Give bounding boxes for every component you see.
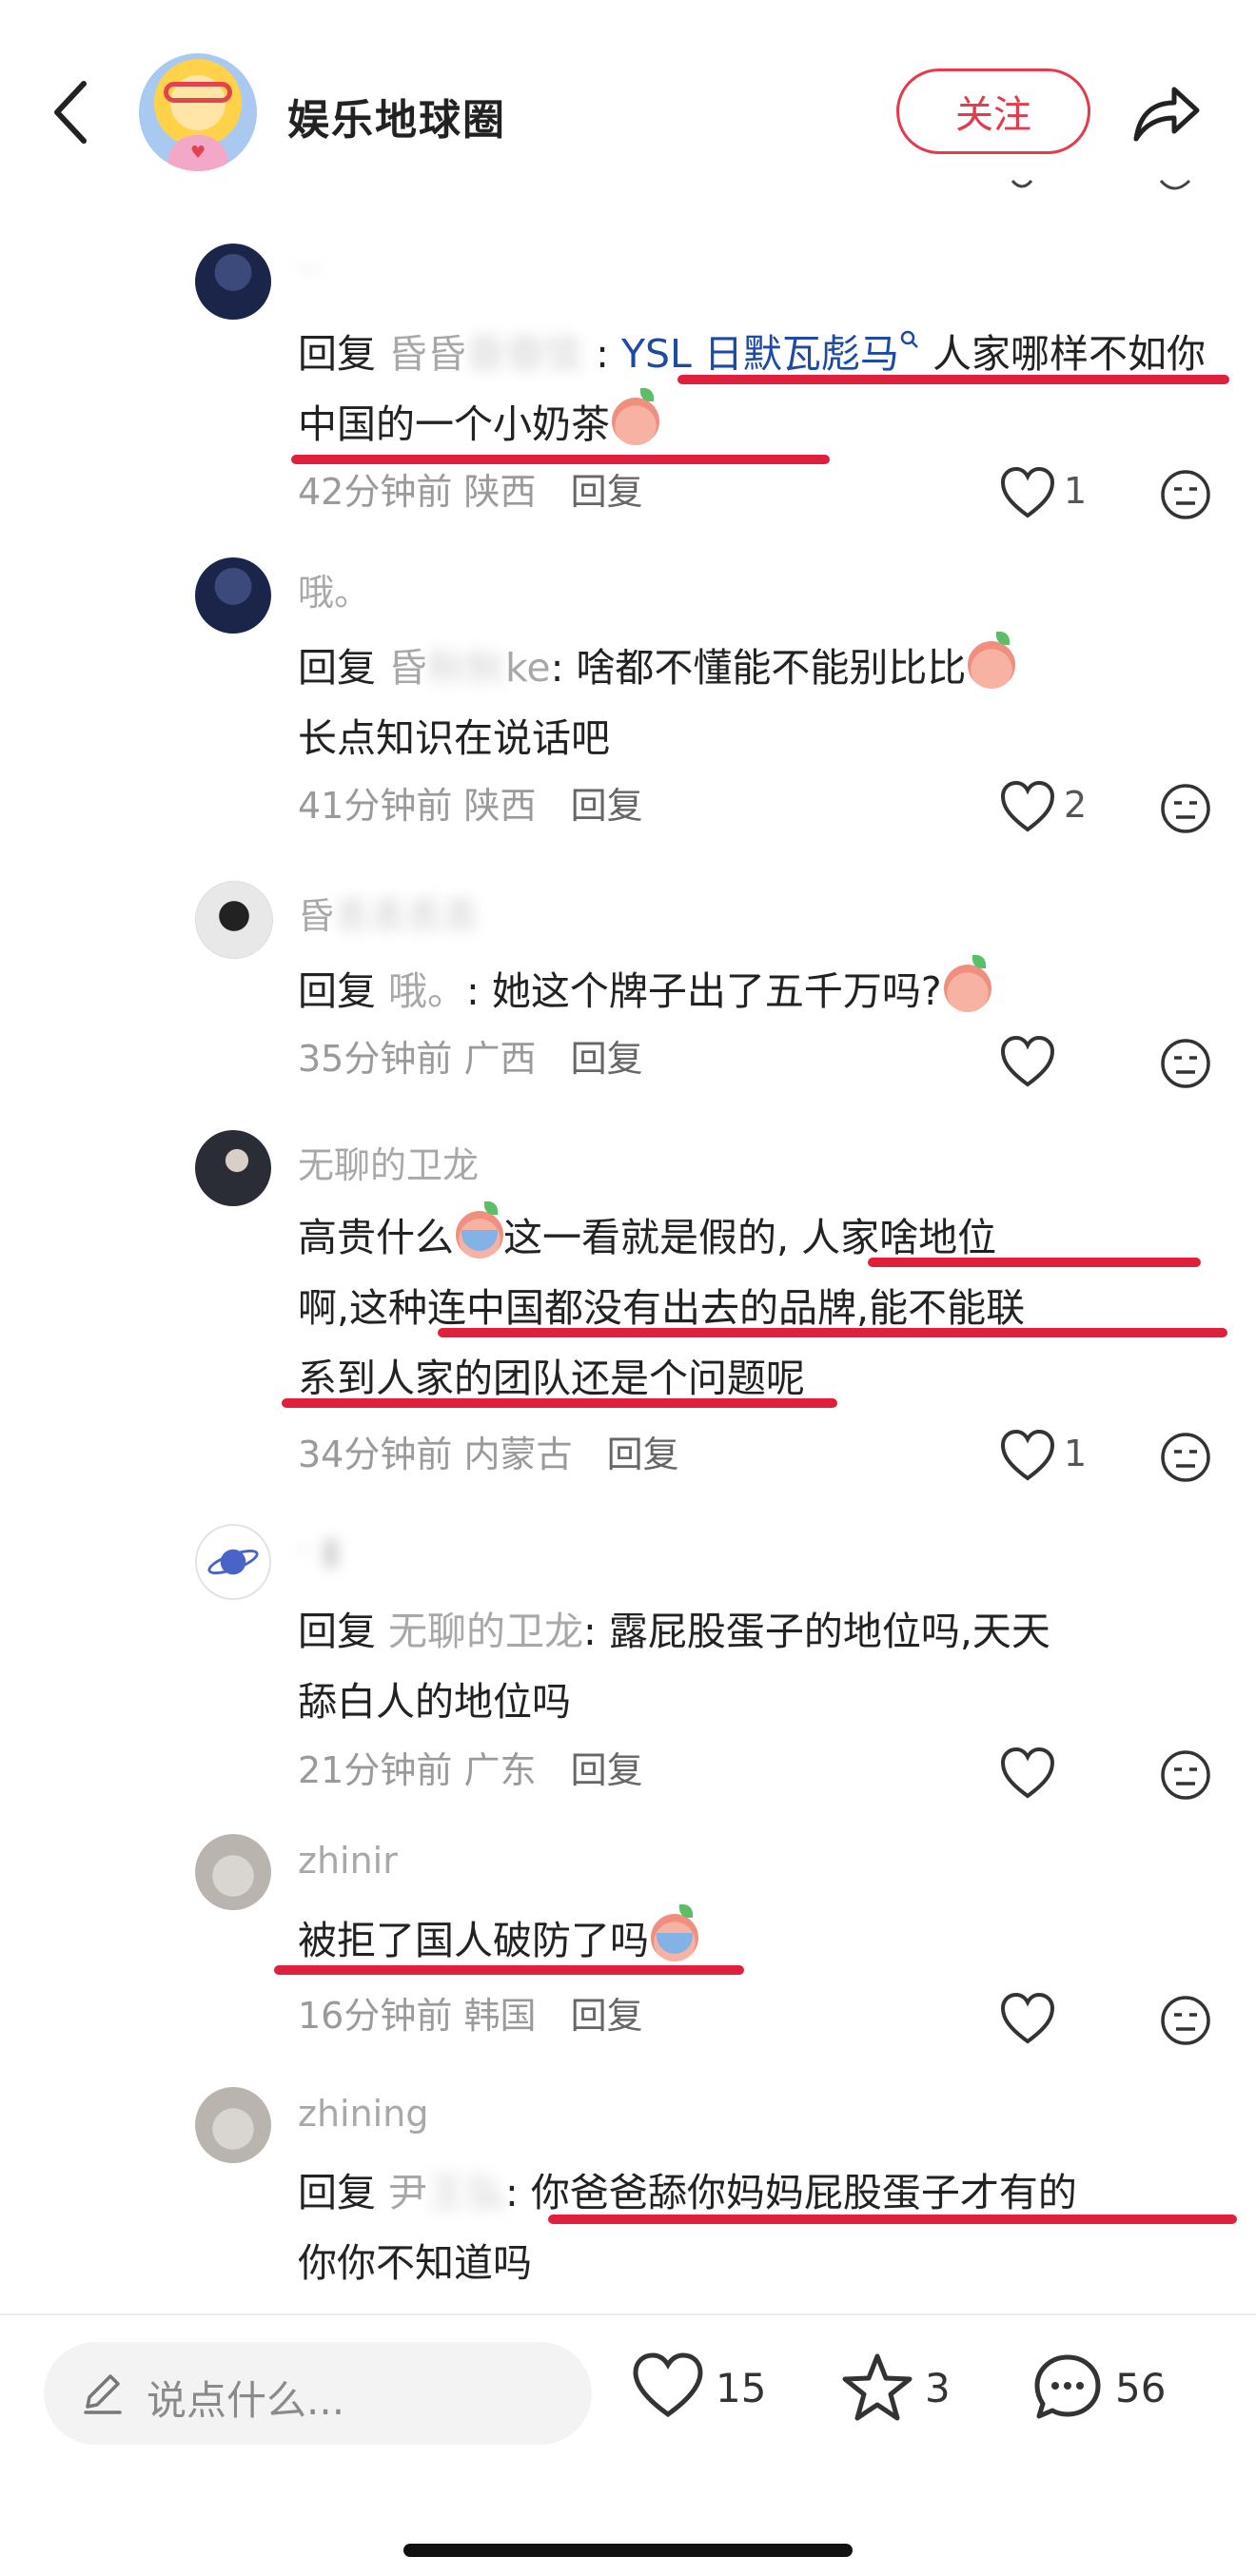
like-count: 1 xyxy=(1064,1433,1088,1474)
comment-text[interactable]: 回复 哦。: 她这个牌子出了五千万吗? xyxy=(298,955,1230,1026)
comment-count: 56 xyxy=(1115,2364,1167,2411)
reply-target-name[interactable]: 昏 xyxy=(388,645,427,691)
dislike-face-icon[interactable] xyxy=(1159,1037,1212,1090)
favorite-count: 3 xyxy=(925,2364,951,2411)
heart-like-icon[interactable] xyxy=(999,780,1056,833)
dislike-face-icon[interactable] xyxy=(1159,1994,1212,2047)
dislike-face-icon[interactable] xyxy=(1159,782,1212,835)
star-icon xyxy=(842,2353,913,2421)
crying-emoji-icon xyxy=(651,1904,698,1961)
dislike-face-icon[interactable] xyxy=(1159,1431,1212,1484)
commenter-name[interactable]: zhining xyxy=(298,2093,428,2135)
crying-emoji-icon xyxy=(456,1201,503,1259)
red-underline-mark xyxy=(438,1328,1227,1337)
comment-text[interactable]: 回复 昏昏昏昏弦 : YSL 日默瓦彪马 人家哪样不如你中国的一个小奶茶 xyxy=(298,319,1230,459)
reply-target-name[interactable]: 哦。 xyxy=(388,968,466,1014)
comment-meta: 41分钟前 陕西 回复 xyxy=(298,785,643,827)
commenter-name[interactable]: 哦。 xyxy=(298,563,370,615)
heart-like-icon[interactable] xyxy=(999,466,1056,519)
user-avatar[interactable] xyxy=(195,1834,271,1910)
shy-emoji-icon xyxy=(968,632,1016,689)
comment-input-placeholder: 说点什么... xyxy=(147,2377,345,2424)
shh-emoji-icon xyxy=(943,955,991,1012)
red-underline-mark xyxy=(677,375,1229,384)
shy-emoji-icon xyxy=(612,388,659,445)
follow-button[interactable]: 关注 xyxy=(896,68,1090,154)
back-arrow-icon[interactable] xyxy=(46,78,99,146)
like-count: 1 xyxy=(1064,470,1088,512)
dislike-face-icon[interactable] xyxy=(1159,468,1212,521)
comment-text[interactable]: 回复 无聊的卫龙: 露屁股蛋子的地位吗,天天 舔白人的地位吗 xyxy=(298,1596,1230,1737)
comment-button[interactable]: 56 xyxy=(1031,2350,1166,2426)
like-button[interactable]: 15 xyxy=(632,2350,766,2426)
reply-button[interactable]: 回复 xyxy=(571,1749,643,1791)
reply-button[interactable]: 回复 xyxy=(571,1038,643,1080)
avatar-mask-shape xyxy=(164,82,232,103)
heart-icon xyxy=(633,2352,703,2418)
bottom-action-bar: 说点什么... 15 3 56 xyxy=(0,2315,1256,2576)
commenter-name[interactable]: · ▮ xyxy=(298,1530,341,1571)
user-avatar[interactable] xyxy=(195,881,273,959)
user-avatar[interactable] xyxy=(195,2087,271,2163)
heart-icon: ♥ xyxy=(190,143,206,163)
comment-text[interactable]: 回复 昏秋秋ke: 啥都不懂能不能别比比 长点知识在说话吧 xyxy=(298,632,1230,773)
heart-like-icon[interactable] xyxy=(999,1747,1056,1800)
red-underline-mark xyxy=(868,1258,1201,1267)
like-count: 15 xyxy=(716,2364,767,2411)
user-avatar[interactable] xyxy=(195,244,271,320)
pencil-icon xyxy=(84,2374,122,2414)
reply-button[interactable]: 回复 xyxy=(607,1434,679,1475)
red-underline-mark xyxy=(282,1398,837,1408)
comment-input[interactable]: 说点什么... xyxy=(44,2342,592,2445)
heart-like-icon[interactable] xyxy=(999,1992,1056,2045)
commenter-name[interactable]: zhinir xyxy=(298,1840,398,1882)
partially-hidden-icons xyxy=(1011,179,1191,190)
comment-text[interactable]: 回复 尹王弘: 你爸爸舔你妈妈屁股蛋子才有的 你你不知道吗 xyxy=(298,2157,1230,2298)
reply-button[interactable]: 回复 xyxy=(571,471,643,513)
share-icon[interactable] xyxy=(1130,80,1203,145)
commenter-name[interactable]: 昏丢丢丢丢 xyxy=(298,887,479,939)
comment-text[interactable]: 高贵什么 这一看就是假的, 人家啥地位 啊,这种连中国都没有出去的品牌,能不能联 … xyxy=(298,1201,1230,1414)
reply-button[interactable]: 回复 xyxy=(571,785,643,827)
commenter-name[interactable]: ·· xyxy=(298,249,321,291)
reply-button[interactable]: 回复 xyxy=(571,1995,643,2037)
home-indicator[interactable] xyxy=(403,2544,853,2557)
like-count: 2 xyxy=(1064,784,1088,826)
user-avatar[interactable] xyxy=(195,1130,271,1206)
dislike-face-icon[interactable] xyxy=(1159,1748,1212,1802)
reply-target-name[interactable]: 尹 xyxy=(388,2170,427,2215)
comment-meta: 21分钟前 广东 回复 xyxy=(298,1749,643,1791)
comment-meta: 34分钟前 内蒙古 回复 xyxy=(298,1434,679,1475)
comment-meta: 42分钟前 陕西 回复 xyxy=(298,471,643,513)
search-icon[interactable] xyxy=(899,329,920,350)
user-avatar[interactable] xyxy=(195,1524,271,1600)
user-avatar[interactable] xyxy=(195,557,271,634)
red-underline-mark xyxy=(274,1965,744,1975)
account-avatar[interactable]: ♥ xyxy=(139,53,257,171)
comment-meta: 35分钟前 广西 回复 xyxy=(298,1038,643,1080)
planet-icon xyxy=(207,1549,259,1575)
speech-bubble-icon xyxy=(1034,2354,1101,2419)
reply-target-name[interactable]: 昏昏 xyxy=(388,331,466,377)
commenter-name[interactable]: 无聊的卫龙 xyxy=(298,1136,479,1188)
heart-like-icon[interactable] xyxy=(999,1429,1056,1482)
search-link[interactable]: YSL 日默瓦彪马 xyxy=(621,331,899,377)
red-underline-mark xyxy=(548,2215,1237,2224)
favorite-button[interactable]: 3 xyxy=(841,2350,951,2426)
top-bar: ♥ 娱乐地球圈 关注 xyxy=(0,0,1256,190)
heart-like-icon[interactable] xyxy=(999,1035,1056,1088)
reply-target-name[interactable]: 无聊的卫龙 xyxy=(388,1609,583,1654)
account-name[interactable]: 娱乐地球圈 xyxy=(287,86,506,146)
comment-meta: 16分钟前 韩国 回复 xyxy=(298,1995,643,2037)
